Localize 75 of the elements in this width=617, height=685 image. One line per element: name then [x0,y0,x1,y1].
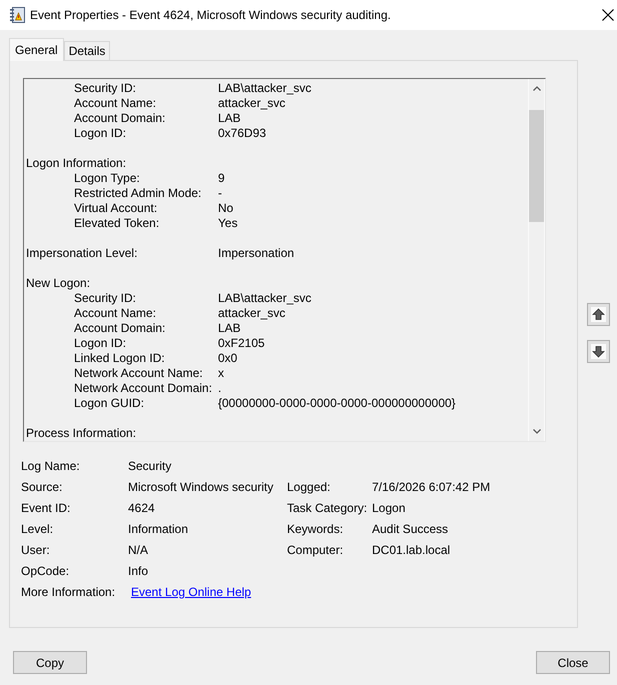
field-label: Network Account Name: [74,366,204,381]
field-label: Virtual Account: [74,201,158,216]
field-value: 9 [218,171,225,186]
field-label: Account Domain: [74,321,166,336]
info-label: Logged: [287,479,330,496]
field-label: Account Name: [74,96,158,111]
next-event-button[interactable] [587,340,610,363]
window-title: Event Properties - Event 4624, Microsoft Windows security auditing. [30,8,392,22]
section-heading: Logon Information: [26,156,126,171]
field-label: Logon ID: [74,126,128,141]
field-label: Logon ID: [74,336,128,351]
field-value: LAB [218,111,241,126]
info-value: Microsoft Windows security [128,479,274,496]
info-label: Keywords: [287,521,344,538]
field-label: Restricted Admin Mode: [74,186,202,201]
field-value: attacker_svc [218,306,286,321]
info-label: Event ID: [21,500,70,517]
arrow-down-icon [591,344,606,359]
close-button[interactable]: Close [536,651,610,674]
scrollbar-thumb[interactable] [529,110,544,222]
section-heading: New Logon: [26,276,90,291]
field-label: Logon Type: [74,171,141,186]
info-label: Source: [21,479,62,496]
field-value: 0x76D93 [218,126,266,141]
tab[interactable]: Details [64,41,110,60]
field-value: 0xF2105 [218,336,265,351]
info-label: Task Category: [287,500,368,517]
field-value: LAB\attacker_svc [218,291,312,306]
field-value: 0x0 [218,351,238,366]
field-value: attacker_svc [218,96,286,111]
info-label: More Information: [21,584,116,601]
field-label: Network Account Domain: [74,381,214,396]
field-label: Impersonation Level: [26,246,138,261]
field-value: {00000000-0000-0000-0000-000000000000} [218,396,456,411]
vertical-scrollbar[interactable] [528,79,545,441]
window-close-button[interactable] [602,9,614,21]
field-value: LAB\attacker_svc [218,81,312,96]
arrow-up-icon [591,307,606,322]
info-value: Info [128,563,148,580]
field-label: Elevated Token: [74,216,160,231]
info-label: Log Name: [21,458,80,475]
chevron-down-icon[interactable] [532,429,540,434]
chevron-up-icon[interactable] [532,86,540,91]
info-label: User: [21,542,50,559]
close-icon [602,9,614,21]
field-label: Security ID: [74,291,138,306]
info-label: OpCode: [21,563,70,580]
field-value: No [218,201,234,216]
section-heading: Process Information: [26,426,136,441]
field-value: . [218,381,222,396]
help-link[interactable]: Event Log Online Help [131,582,252,603]
field-value: Yes [218,216,238,231]
info-value: DC01.lab.local [372,542,450,559]
copy-button[interactable]: Copy [13,651,87,674]
field-value: Impersonation [218,246,294,261]
info-value: N/A [128,542,148,559]
log-book-icon [9,7,25,23]
tab[interactable]: General [9,38,64,61]
field-label: Linked Logon ID: [74,351,166,366]
field-label: Account Domain: [74,111,166,126]
info-label: Level: [21,521,54,538]
info-value: Security [128,458,172,475]
field-value: - [218,186,222,201]
field-label: Logon GUID: [74,396,146,411]
field-value: x [218,366,224,381]
info-value: Logon [372,500,406,517]
field-label: Security ID: [74,81,138,96]
info-value: Audit Success [372,521,448,538]
info-value: Information [128,521,188,538]
info-label: Computer: [287,542,344,559]
info-value: 4624 [128,500,155,517]
field-value: LAB [218,321,241,336]
info-value: 7/16/2026 6:07:42 PM [372,479,490,496]
field-label: Account Name: [74,306,158,321]
previous-event-button[interactable] [587,303,610,326]
